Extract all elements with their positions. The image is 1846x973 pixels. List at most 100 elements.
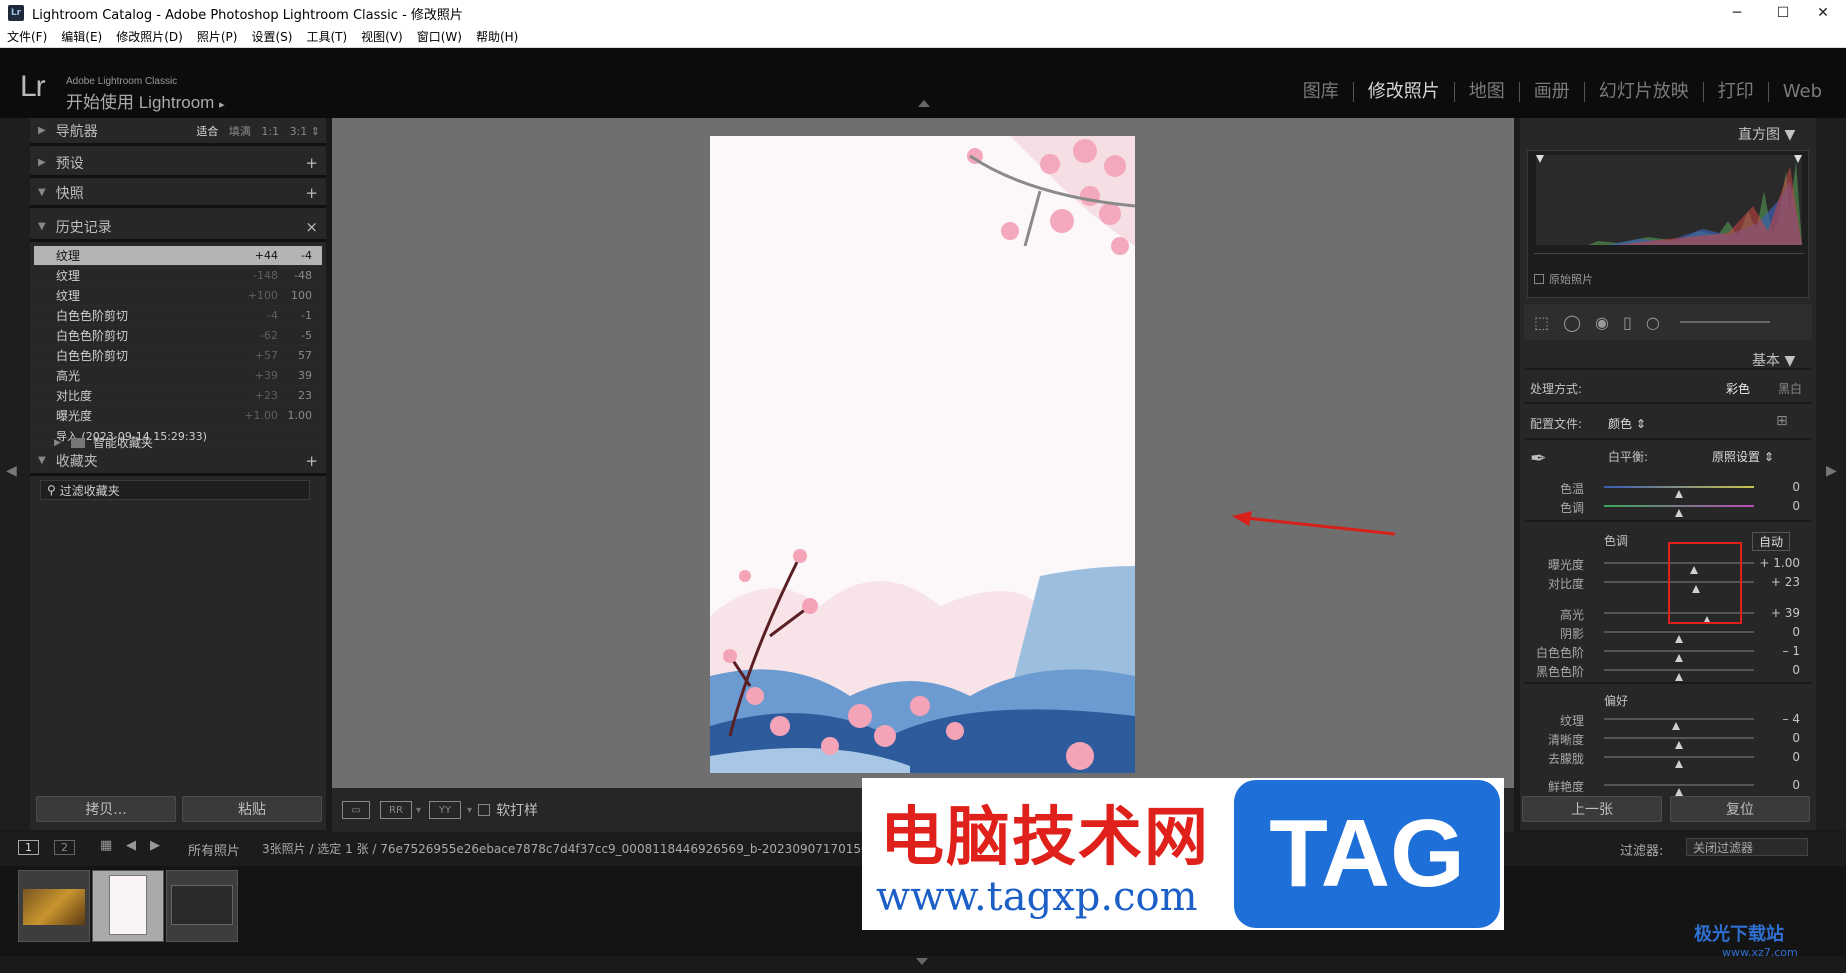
graduated-filter-icon[interactable]: ▯ [1623, 313, 1632, 332]
wb-select[interactable]: 原照设置 ⇕ [1712, 448, 1774, 465]
temp-value[interactable]: 0 [1792, 480, 1800, 494]
zoom-fit[interactable]: 适合 [196, 125, 218, 138]
before-after-yy-icon[interactable]: YY [429, 801, 462, 819]
dropdown-icon[interactable]: ▾ [416, 805, 421, 816]
menu-settings[interactable]: 设置(S) [244, 28, 299, 45]
history-item[interactable]: 白色色阶剪切 -4 -1 [34, 306, 322, 326]
original-photo-toggle[interactable]: 原始照片 [1534, 271, 1593, 287]
add-snapshot-icon[interactable]: + [305, 184, 318, 202]
spot-removal-icon[interactable]: ◯ [1563, 313, 1581, 332]
clear-history-icon[interactable]: × [305, 218, 318, 236]
history-item[interactable]: 纹理 +44 -4 [34, 246, 322, 266]
blacks-slider[interactable] [1604, 669, 1754, 681]
softproof-checkbox[interactable] [478, 804, 491, 816]
dropdown-icon[interactable]: ▾ [467, 805, 472, 816]
filter-collections-input[interactable]: ⚲ 过滤收藏夹 [40, 480, 310, 500]
exposure-value[interactable]: + 1.00 [1759, 556, 1800, 570]
auto-tone-button[interactable]: 自动 [1752, 532, 1791, 551]
redeye-icon[interactable]: ◉ [1595, 313, 1609, 332]
whites-value[interactable]: – 1 [1783, 644, 1800, 658]
zoom-3to1[interactable]: 3:1 [290, 125, 308, 138]
eyedropper-icon[interactable]: ✒ [1530, 446, 1547, 470]
brush-slider-icon[interactable] [1679, 321, 1770, 323]
blacks-value[interactable]: 0 [1792, 663, 1800, 677]
slider-thumb[interactable] [1675, 788, 1683, 796]
texture-value[interactable]: – 4 [1783, 712, 1800, 726]
tint-value[interactable]: 0 [1792, 499, 1800, 513]
before-after-icon[interactable]: RR [380, 801, 412, 819]
copy-button[interactable]: 拷贝... [36, 796, 176, 822]
basic-label[interactable]: 基本 ▼ [1752, 350, 1795, 370]
zoom-fill[interactable]: 填满 [229, 125, 251, 138]
collapse-right-icon[interactable]: ▶ [1826, 463, 1837, 479]
forward-arrow-icon[interactable]: ▶ [150, 838, 160, 853]
collapse-left-icon[interactable]: ◀ [6, 463, 17, 479]
crop-tool-icon[interactable]: ⬚ [1534, 313, 1549, 332]
previous-button[interactable]: 上一张 [1522, 796, 1662, 822]
shadows-slider[interactable] [1604, 631, 1754, 643]
smart-collections-item[interactable]: ▶ 智能收藏夹 [54, 434, 153, 451]
history-item[interactable]: 纹理 -148 -48 [34, 266, 322, 286]
menu-tools[interactable]: 工具(T) [299, 28, 354, 45]
treatment-bw[interactable]: 黑白 [1778, 380, 1802, 397]
menu-window[interactable]: 窗口(W) [410, 28, 469, 45]
slider-thumb[interactable] [1675, 673, 1683, 681]
menu-view[interactable]: 视图(V) [354, 28, 410, 45]
filter-select[interactable]: 关闭过滤器 [1686, 838, 1808, 856]
whites-slider[interactable] [1604, 650, 1754, 662]
source-label[interactable]: 所有照片 [188, 840, 240, 859]
module-map[interactable]: 地图 [1453, 82, 1519, 102]
radial-filter-icon[interactable]: ○ [1646, 313, 1660, 332]
menu-file[interactable]: 文件(F) [0, 28, 54, 45]
history-item[interactable]: 对比度 +23 23 [34, 386, 322, 406]
treatment-color[interactable]: 彩色 [1726, 380, 1750, 397]
minimize-button[interactable]: ─ [1714, 0, 1760, 26]
histogram-label[interactable]: 直方图 ▼ [1738, 124, 1795, 144]
temp-slider[interactable] [1604, 486, 1754, 498]
history-item[interactable]: 高光 +39 39 [34, 366, 322, 386]
collections-header[interactable]: ▼ 收藏夹 + [30, 448, 326, 476]
clarity-slider[interactable] [1604, 737, 1754, 749]
shadows-value[interactable]: 0 [1792, 625, 1800, 639]
tint-slider[interactable] [1604, 505, 1754, 517]
menu-develop[interactable]: 修改照片(D) [109, 28, 190, 45]
grid-icon[interactable]: ▦ [100, 838, 112, 853]
history-item[interactable]: 白色色阶剪切 +57 57 [34, 346, 322, 366]
presets-header[interactable]: ▶ 预设 + [30, 150, 326, 178]
thumbnail-1[interactable] [18, 870, 90, 942]
histogram[interactable]: 原始照片 [1527, 150, 1809, 298]
zoom-1to1[interactable]: 1:1 [261, 125, 279, 138]
loupe-view-icon[interactable]: ▭ [342, 801, 370, 819]
paste-button[interactable]: 粘贴 [182, 796, 322, 822]
photo-preview[interactable] [710, 136, 1135, 773]
history-item[interactable]: 白色色阶剪切 -62 -5 [34, 326, 322, 346]
add-collection-icon[interactable]: + [305, 452, 318, 470]
module-library[interactable]: 图库 [1289, 82, 1353, 102]
profile-browser-icon[interactable]: ⊞ [1776, 413, 1788, 429]
back-arrow-icon[interactable]: ◀ [126, 838, 136, 853]
navigator-header[interactable]: ▶ 导航器 适合 填满 1:1 3:1 ⇕ [30, 118, 326, 146]
close-button[interactable]: ✕ [1800, 0, 1846, 26]
screen-2-button[interactable]: 2 [54, 840, 75, 855]
dehaze-slider[interactable] [1604, 756, 1754, 768]
history-item[interactable]: 纹理 +100 100 [34, 286, 322, 306]
snapshots-header[interactable]: ▼ 快照 + [30, 180, 326, 208]
highlights-value[interactable]: + 39 [1771, 606, 1800, 620]
module-develop[interactable]: 修改照片 [1352, 82, 1454, 102]
dehaze-value[interactable]: 0 [1792, 750, 1800, 764]
clarity-value[interactable]: 0 [1792, 731, 1800, 745]
profile-select[interactable]: 颜色 ⇕ [1608, 415, 1646, 432]
right-edge[interactable]: ▶ [1816, 118, 1846, 830]
menu-photo[interactable]: 照片(P) [190, 28, 245, 45]
menu-help[interactable]: 帮助(H) [469, 28, 525, 45]
slider-thumb[interactable] [1675, 509, 1683, 517]
contrast-value[interactable]: + 23 [1771, 575, 1800, 589]
texture-slider[interactable] [1604, 718, 1754, 730]
history-header[interactable]: ▼ 历史记录 × [30, 214, 326, 242]
module-slideshow[interactable]: 幻灯片放映 [1583, 82, 1703, 102]
collapse-bottom-icon[interactable] [916, 958, 928, 965]
module-print[interactable]: 打印 [1702, 82, 1768, 102]
history-item[interactable]: 曝光度 +1.00 1.00 [34, 406, 322, 426]
module-web[interactable]: Web [1767, 82, 1836, 102]
add-preset-icon[interactable]: + [305, 154, 318, 172]
